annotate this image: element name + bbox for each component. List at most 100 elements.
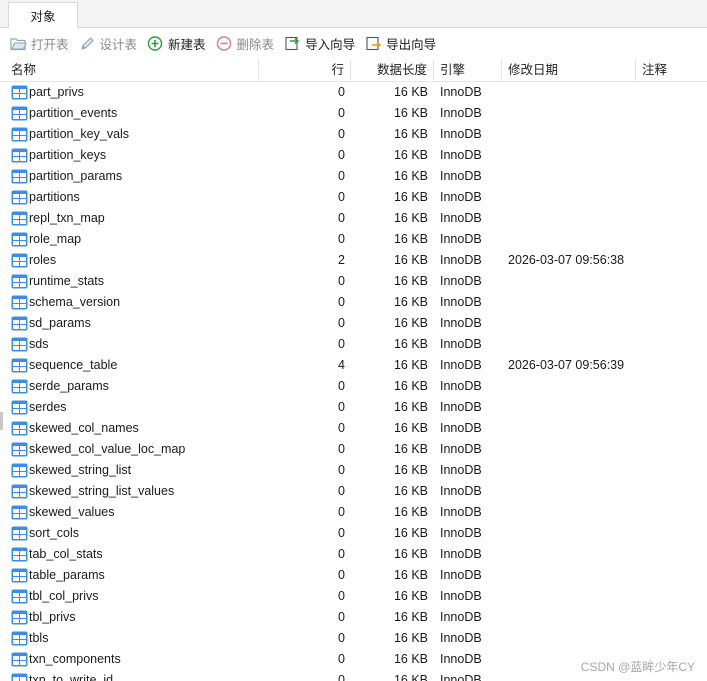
table-row[interactable]: tbl_privs 0 16 KB InnoDB <box>0 607 707 628</box>
data-length: 16 KB <box>393 589 428 603</box>
table-icon <box>11 505 28 520</box>
table-row[interactable]: schema_version 0 16 KB InnoDB <box>0 292 707 313</box>
engine: InnoDB <box>440 85 482 99</box>
column-header-comment[interactable]: 注释 <box>636 59 707 81</box>
table-icon <box>11 232 28 247</box>
splitter-handle[interactable] <box>0 412 3 430</box>
table-row[interactable]: tab_col_stats 0 16 KB InnoDB <box>0 544 707 565</box>
table-row[interactable]: partition_params 0 16 KB InnoDB <box>0 166 707 187</box>
table-icon <box>11 274 28 289</box>
table-name: partition_key_vals <box>29 127 130 141</box>
modified-date <box>508 334 636 355</box>
table-name: schema_version <box>29 295 121 309</box>
comment <box>642 607 702 628</box>
modified-date <box>508 229 636 250</box>
table-row[interactable]: skewed_string_list_values 0 16 KB InnoDB <box>0 481 707 502</box>
modified-date <box>508 502 636 523</box>
data-length: 16 KB <box>393 358 428 372</box>
engine: InnoDB <box>440 526 482 540</box>
data-length: 16 KB <box>393 295 428 309</box>
row-count: 0 <box>338 505 345 519</box>
column-header-data-length[interactable]: 数据长度 <box>351 59 434 81</box>
table-row[interactable]: table_params 0 16 KB InnoDB <box>0 565 707 586</box>
table-row[interactable]: partition_keys 0 16 KB InnoDB <box>0 145 707 166</box>
data-length: 16 KB <box>393 379 428 393</box>
engine: InnoDB <box>440 148 482 162</box>
table-row[interactable]: roles 2 16 KB InnoDB 2026-03-07 09:56:38 <box>0 250 707 271</box>
import-icon <box>285 36 300 51</box>
table-row[interactable]: tbl_col_privs 0 16 KB InnoDB <box>0 586 707 607</box>
data-length: 16 KB <box>393 526 428 540</box>
table-name: partition_params <box>29 169 123 183</box>
import-wizard-button[interactable]: 导入向导 <box>284 33 355 55</box>
row-count: 0 <box>338 568 345 582</box>
table-row[interactable]: part_privs 0 16 KB InnoDB <box>0 82 707 103</box>
data-length: 16 KB <box>393 274 428 288</box>
table-name: repl_txn_map <box>29 211 105 225</box>
table-row[interactable]: skewed_values 0 16 KB InnoDB <box>0 502 707 523</box>
row-count: 0 <box>338 610 345 624</box>
comment <box>642 376 702 397</box>
delete-table-button[interactable]: 删除表 <box>216 33 275 55</box>
table-row[interactable]: sort_cols 0 16 KB InnoDB <box>0 523 707 544</box>
row-count: 0 <box>338 169 345 183</box>
row-count: 0 <box>338 85 345 99</box>
table-row[interactable]: partition_events 0 16 KB InnoDB <box>0 103 707 124</box>
column-header-name[interactable]: 名称 <box>0 59 259 81</box>
table-row[interactable]: partition_key_vals 0 16 KB InnoDB <box>0 124 707 145</box>
table-icon <box>11 421 28 436</box>
table-row[interactable]: partitions 0 16 KB InnoDB <box>0 187 707 208</box>
table-row[interactable]: sds 0 16 KB InnoDB <box>0 334 707 355</box>
tab-objects[interactable]: 对象 <box>8 2 78 28</box>
data-length: 16 KB <box>393 148 428 162</box>
comment <box>642 439 702 460</box>
table-row[interactable]: serde_params 0 16 KB InnoDB <box>0 376 707 397</box>
row-count: 0 <box>338 337 345 351</box>
design-table-button[interactable]: 设计表 <box>79 33 138 55</box>
new-table-button[interactable]: 新建表 <box>147 33 206 55</box>
import-wizard-label: 导入向导 <box>305 38 356 52</box>
table-row[interactable]: skewed_string_list 0 16 KB InnoDB <box>0 460 707 481</box>
table-row[interactable]: sequence_table 4 16 KB InnoDB 2026-03-07 09:… <box>0 355 707 376</box>
row-count: 0 <box>338 631 345 645</box>
table-row[interactable]: sd_params 0 16 KB InnoDB <box>0 313 707 334</box>
modified-date <box>508 292 636 313</box>
design-table-label: 设计表 <box>99 38 138 52</box>
table-row[interactable]: tbls 0 16 KB InnoDB <box>0 628 707 649</box>
column-header-engine[interactable]: 引擎 <box>434 59 502 81</box>
table-row[interactable]: repl_txn_map 0 16 KB InnoDB <box>0 208 707 229</box>
comment <box>642 292 702 313</box>
export-wizard-button[interactable]: 导出向导 <box>365 33 436 55</box>
row-count: 0 <box>338 652 345 666</box>
table-row[interactable]: serdes 0 16 KB InnoDB <box>0 397 707 418</box>
comment <box>642 208 702 229</box>
row-count: 0 <box>338 673 345 681</box>
row-count: 0 <box>338 526 345 540</box>
table-row[interactable]: skewed_col_names 0 16 KB InnoDB <box>0 418 707 439</box>
delete-table-label: 删除表 <box>236 38 275 52</box>
column-header-rows[interactable]: 行 <box>259 59 351 81</box>
engine: InnoDB <box>440 652 482 666</box>
table-row[interactable]: skewed_col_value_loc_map 0 16 KB InnoDB <box>0 439 707 460</box>
engine: InnoDB <box>440 169 482 183</box>
open-table-button[interactable]: 打开表 <box>10 33 69 55</box>
table-icon <box>11 589 28 604</box>
engine: InnoDB <box>440 232 482 246</box>
table-row[interactable]: runtime_stats 0 16 KB InnoDB <box>0 271 707 292</box>
modified-date <box>508 397 636 418</box>
data-length: 16 KB <box>393 232 428 246</box>
engine: InnoDB <box>440 211 482 225</box>
comment <box>642 187 702 208</box>
table-header: 名称 行 数据长度 引擎 修改日期 注释 <box>0 59 707 82</box>
comment <box>642 334 702 355</box>
table-name: table_params <box>29 568 105 582</box>
column-header-modified[interactable]: 修改日期 <box>502 59 636 81</box>
comment <box>642 418 702 439</box>
data-length: 16 KB <box>393 484 428 498</box>
engine: InnoDB <box>440 610 482 624</box>
modified-date <box>508 607 636 628</box>
data-length: 16 KB <box>393 442 428 456</box>
comment <box>642 250 702 271</box>
table-row[interactable]: role_map 0 16 KB InnoDB <box>0 229 707 250</box>
table-icon <box>11 400 28 415</box>
